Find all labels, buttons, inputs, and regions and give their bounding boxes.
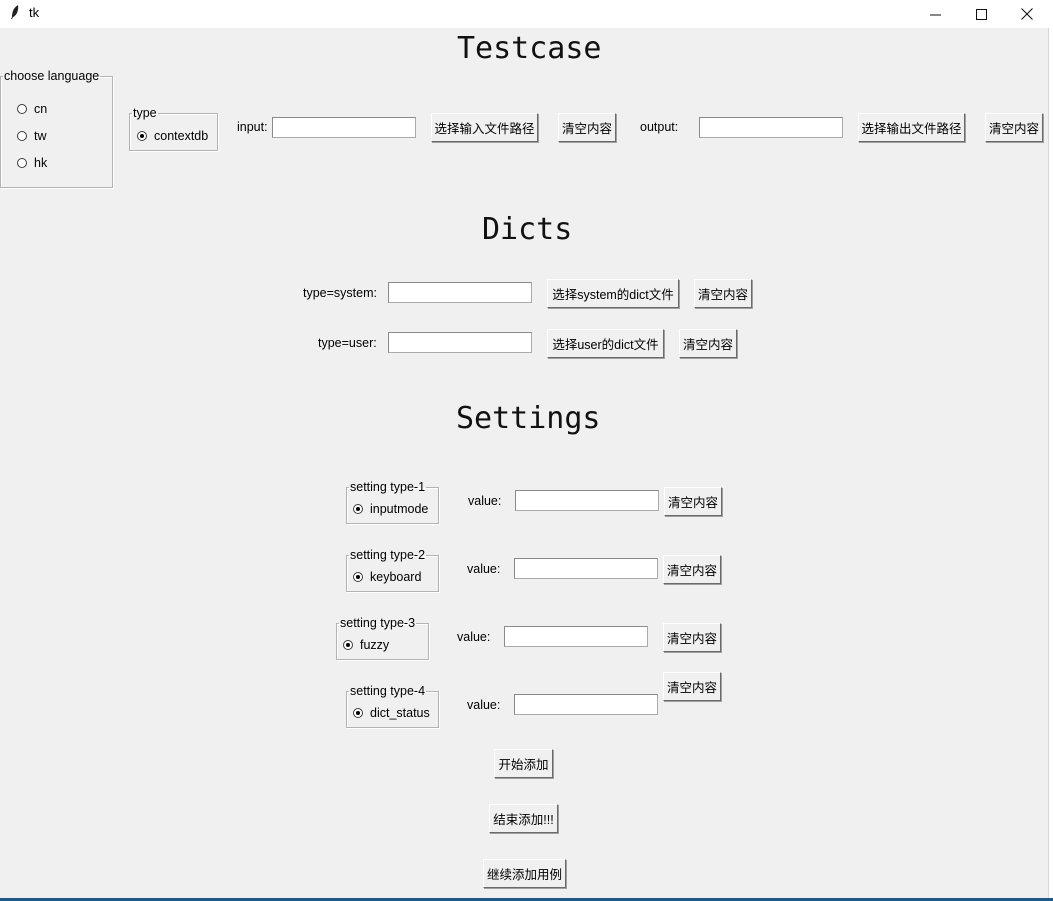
setting-option-label: keyboard	[370, 570, 422, 584]
clear-setting-1-button[interactable]: 清空内容	[664, 487, 722, 516]
settings-heading: Settings	[456, 401, 601, 436]
feather-icon	[10, 4, 20, 23]
window-title: tk	[29, 5, 40, 20]
type-legend: type	[133, 106, 157, 120]
output-path-field[interactable]	[699, 117, 843, 138]
minimize-icon	[929, 14, 941, 15]
radio-indicator	[353, 504, 363, 514]
maximize-icon	[975, 8, 987, 20]
setting-legend: setting type-3	[340, 616, 416, 630]
clear-output-button[interactable]: 清空内容	[985, 113, 1043, 142]
setting-option-label: dict_status	[370, 706, 430, 720]
clear-setting-2-button[interactable]: 清空内容	[663, 555, 721, 584]
user-dict-field[interactable]	[388, 332, 532, 353]
radio-indicator	[137, 131, 147, 141]
setting-option-label: inputmode	[370, 502, 429, 516]
maximize-button[interactable]	[958, 0, 1004, 28]
radio-indicator	[17, 131, 27, 141]
input-path-field[interactable]	[272, 117, 416, 138]
setting-value-label: value:	[467, 698, 501, 712]
language-option-label: tw	[34, 129, 47, 143]
setting-2-value-field[interactable]	[514, 558, 658, 579]
system-dict-label: type=system:	[303, 286, 377, 300]
setting-3-value-field[interactable]	[504, 626, 648, 647]
setting-4-value-field[interactable]	[514, 694, 658, 715]
dicts-heading: Dicts	[482, 212, 573, 247]
language-option-label: cn	[34, 102, 48, 116]
clear-user-dict-button[interactable]: 清空内容	[679, 329, 737, 358]
close-button[interactable]	[1004, 0, 1050, 28]
output-label: output:	[640, 120, 679, 134]
type-option-label: contextdb	[154, 129, 209, 143]
setting-radio-inputmode[interactable]: inputmode	[353, 501, 428, 517]
radio-indicator	[353, 708, 363, 718]
setting-value-label: value:	[468, 494, 502, 508]
continue-add-testcase-button[interactable]: 继续添加用例	[483, 859, 566, 888]
testcase-heading: Testcase	[457, 31, 602, 66]
setting-radio-keyboard[interactable]: keyboard	[353, 569, 421, 585]
select-output-path-button[interactable]: 选择输出文件路径	[858, 113, 965, 142]
clear-input-button[interactable]: 清空内容	[558, 113, 616, 142]
language-radio-tw[interactable]: tw	[17, 128, 47, 144]
radio-indicator	[17, 104, 27, 114]
finish-add-button[interactable]: 结束添加!!!	[489, 804, 558, 833]
language-radio-hk[interactable]: hk	[17, 155, 47, 171]
select-system-dict-button[interactable]: 选择system的dict文件	[547, 279, 679, 308]
select-user-dict-button[interactable]: 选择user的dict文件	[547, 329, 664, 358]
clear-setting-3-button[interactable]: 清空内容	[663, 623, 721, 652]
title-bar: tk	[0, 0, 1053, 28]
user-dict-label: type=user:	[318, 336, 377, 350]
language-option-label: hk	[34, 156, 48, 170]
setting-value-label: value:	[467, 562, 501, 576]
type-radio-contextdb[interactable]: contextdb	[137, 128, 208, 144]
setting-1-value-field[interactable]	[515, 490, 659, 511]
start-add-button[interactable]: 开始添加	[494, 749, 553, 778]
language-radio-cn[interactable]: cn	[17, 101, 47, 117]
radio-indicator	[353, 572, 363, 582]
close-icon	[1021, 8, 1033, 20]
setting-value-label: value:	[457, 630, 491, 644]
language-legend: choose language	[4, 69, 100, 83]
radio-indicator	[17, 158, 27, 168]
minimize-button[interactable]	[912, 0, 958, 28]
system-dict-field[interactable]	[388, 282, 532, 303]
setting-radio-fuzzy[interactable]: fuzzy	[343, 637, 389, 653]
clear-setting-4-button[interactable]: 清空内容	[663, 672, 721, 701]
input-label: input:	[237, 120, 268, 134]
window-edge-line	[1048, 28, 1049, 901]
radio-indicator	[343, 640, 353, 650]
setting-option-label: fuzzy	[360, 638, 390, 652]
setting-radio-dict-status[interactable]: dict_status	[353, 705, 430, 721]
clear-system-dict-button[interactable]: 清空内容	[694, 279, 752, 308]
select-input-path-button[interactable]: 选择输入文件路径	[431, 113, 538, 142]
setting-legend: setting type-1	[350, 480, 426, 494]
setting-legend: setting type-4	[350, 684, 426, 698]
setting-legend: setting type-2	[350, 548, 426, 562]
